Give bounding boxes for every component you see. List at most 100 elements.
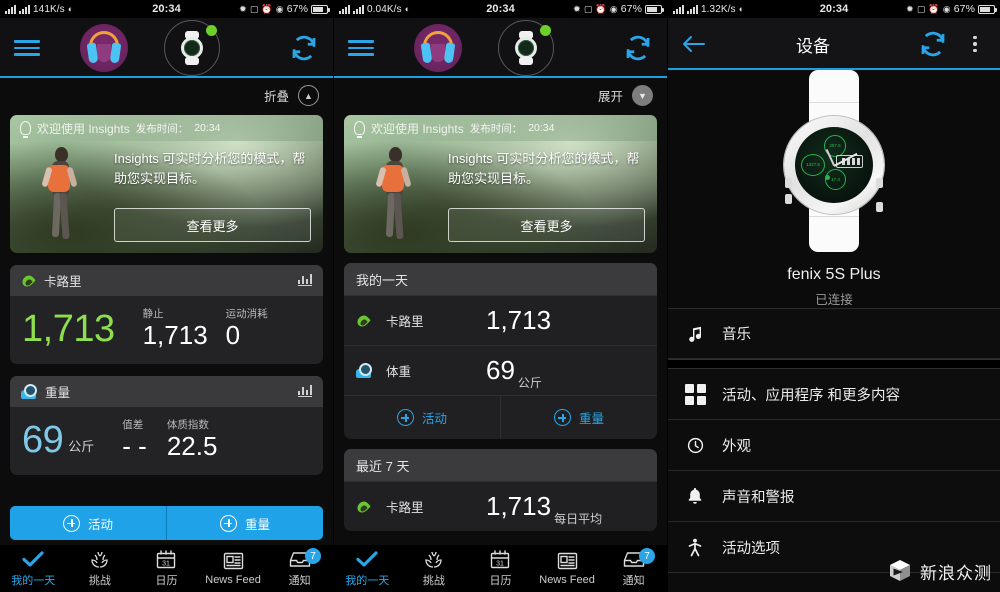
calories-card-header: 卡路里 bbox=[10, 265, 323, 296]
watch-device-icon[interactable] bbox=[498, 20, 554, 76]
nav-label-myday: 我的一天 bbox=[11, 575, 56, 587]
add-weight-button[interactable]: 重量 bbox=[166, 506, 323, 540]
nav-label-newsfeed: News Feed bbox=[539, 574, 595, 586]
nav-item-challenges[interactable]: 挑战 bbox=[67, 549, 134, 588]
weight-sub2-label: 体质指数 bbox=[166, 419, 209, 431]
device-name: fenix 5S Plus bbox=[787, 266, 881, 283]
weight-sub1-value: - - bbox=[122, 431, 147, 461]
nav-item-calendar[interactable]: 31 日历 bbox=[467, 549, 534, 588]
status-bar-right: ✹ ▢ ⏰ ◉ 67% bbox=[848, 3, 998, 15]
insights-publish-time: 20:34 bbox=[528, 122, 555, 134]
insights-body: Insights 可实时分析您的模式，帮助您实现目标。 bbox=[114, 151, 306, 186]
menu-item-appearance[interactable]: 外观 bbox=[668, 420, 1000, 471]
action-bar: 活动 重量 bbox=[10, 506, 323, 540]
insights-view-more-button[interactable]: 查看更多 bbox=[448, 208, 645, 242]
nav-item-newsfeed[interactable]: News Feed bbox=[534, 551, 601, 586]
weight-sub-diff: 值差 - - bbox=[122, 417, 147, 459]
menu-label-appearance: 外观 bbox=[722, 438, 751, 455]
menu-item-sounds[interactable]: 声音和警报 bbox=[668, 471, 1000, 522]
hiker-photo bbox=[368, 145, 430, 253]
nav-item-challenges[interactable]: 挑战 bbox=[401, 549, 468, 588]
nav-item-calendar[interactable]: 31 日历 bbox=[133, 549, 200, 588]
add-activity-button[interactable]: 活动 bbox=[344, 396, 500, 439]
headphones-avatar[interactable] bbox=[80, 24, 128, 72]
alarm-icon: ⏰ bbox=[261, 3, 273, 14]
myday-calories-value: 1,713 bbox=[486, 305, 552, 335]
alarm-icon: ⏰ bbox=[595, 3, 607, 14]
sync-icon[interactable] bbox=[289, 33, 319, 63]
back-arrow-icon[interactable] bbox=[682, 34, 708, 54]
headphones-avatar[interactable] bbox=[414, 24, 462, 72]
chevron-up-icon[interactable]: ▲ bbox=[298, 85, 319, 106]
check-icon bbox=[22, 549, 44, 569]
nav-item-myday[interactable]: 我的一天 bbox=[0, 549, 67, 588]
myday-row-weight[interactable]: 体重 69 公斤 bbox=[344, 345, 657, 395]
menu-label-sounds: 声音和警报 bbox=[722, 489, 795, 506]
calories-sub1-value: 1,713 bbox=[142, 320, 208, 350]
chevron-down-icon[interactable]: ▼ bbox=[632, 85, 653, 106]
calories-card-title: 卡路里 bbox=[44, 275, 82, 289]
bell-icon bbox=[684, 487, 706, 505]
nav-label-challenges: 挑战 bbox=[422, 575, 445, 587]
insights-header: 欢迎使用 Insights 发布时间： 20:34 bbox=[344, 115, 657, 141]
watermark-logo-icon bbox=[887, 558, 913, 584]
bar-chart-icon[interactable] bbox=[297, 385, 312, 397]
insights-body: Insights 可实时分析您的模式，帮助您实现目标。 bbox=[448, 151, 640, 186]
insights-header: 欢迎使用 Insights 发布时间： 20:34 bbox=[10, 115, 323, 141]
nav-label-calendar: 日历 bbox=[155, 575, 178, 587]
add-activity-button[interactable]: 活动 bbox=[10, 506, 166, 540]
weight-card-header: 重量 bbox=[10, 376, 323, 407]
myday-row-calories[interactable]: 卡路里 1,713 bbox=[344, 295, 657, 345]
flame-icon bbox=[21, 273, 35, 288]
bluetooth-icon: ✹ bbox=[906, 3, 914, 14]
expand-row[interactable]: 展开 ▼ bbox=[334, 78, 667, 113]
bar-chart-icon[interactable] bbox=[297, 274, 312, 286]
weight-card[interactable]: 重量 69 公斤 值差 - - 体质指数 22.5 bbox=[10, 376, 323, 475]
nav-label-calendar: 日历 bbox=[489, 575, 512, 587]
panel-myday-collapsed: 0.04K/s ◐ 20:34 ✹ ▢ ⏰ ◉ 67% 展开 ▼ 欢迎使用 In… bbox=[334, 0, 668, 592]
network-speed: 0.04K/s bbox=[367, 3, 402, 15]
status-bar-left: 141K/s ◐ bbox=[5, 4, 152, 15]
insights-card[interactable]: 欢迎使用 Insights 发布时间： 20:34 Insights 可实时分析… bbox=[344, 115, 657, 253]
nav-item-notifications[interactable]: 通知 7 bbox=[266, 548, 333, 588]
watch-device-icon[interactable] bbox=[164, 20, 220, 76]
status-bar-right: ✹ ▢ ⏰ ◉ 67% bbox=[515, 3, 665, 15]
hiker-photo bbox=[34, 145, 96, 253]
add-activity-label: 活动 bbox=[421, 412, 447, 426]
signal-icon bbox=[353, 4, 364, 14]
wifi-icon: ◐ bbox=[738, 3, 745, 14]
menu-item-apps[interactable]: 活动、应用程序 和更多内容 bbox=[668, 369, 1000, 420]
insights-view-more-button[interactable]: 查看更多 bbox=[114, 208, 311, 242]
watch-image: 257.6 1327.5 17.4 bbox=[778, 70, 890, 252]
sync-icon[interactable] bbox=[623, 33, 653, 63]
calories-card[interactable]: 卡路里 1,713 静止 1,713 运动消耗 0 bbox=[10, 265, 323, 364]
insights-card[interactable]: 欢迎使用 Insights 发布时间： 20:34 Insights 可实时分析… bbox=[10, 115, 323, 253]
newsfeed-icon bbox=[557, 551, 578, 571]
signal-icon bbox=[339, 4, 350, 14]
nav-item-notifications[interactable]: 通知 7 bbox=[600, 548, 667, 588]
menu-icon[interactable] bbox=[348, 40, 374, 56]
connected-dot bbox=[540, 25, 551, 36]
location-icon: ◉ bbox=[609, 3, 618, 14]
nav-item-myday[interactable]: 我的一天 bbox=[334, 549, 401, 588]
status-bar-time: 20:34 bbox=[152, 3, 181, 15]
menu-label-activity-options: 活动选项 bbox=[722, 540, 780, 557]
menu-label-apps: 活动、应用程序 和更多内容 bbox=[722, 387, 901, 404]
calories-sub2-value: 0 bbox=[225, 320, 241, 350]
menu-icon[interactable] bbox=[14, 40, 40, 56]
insights-publish-label: 发布时间： bbox=[469, 122, 523, 135]
kebab-menu-icon[interactable] bbox=[964, 35, 986, 53]
insights-title: 欢迎使用 Insights bbox=[371, 121, 464, 136]
add-activity-label: 活动 bbox=[87, 517, 113, 532]
last7days-row-calories[interactable]: 卡路里 1,713 每日平均 bbox=[344, 481, 657, 531]
plus-icon bbox=[219, 514, 237, 532]
menu-item-music[interactable]: 音乐 bbox=[668, 308, 1000, 359]
collapse-row[interactable]: 折叠 ▲ bbox=[0, 78, 333, 113]
nav-item-newsfeed[interactable]: News Feed bbox=[200, 551, 267, 586]
laurel-icon bbox=[89, 549, 111, 569]
app-top-bar bbox=[334, 18, 667, 78]
add-weight-button[interactable]: 重量 bbox=[500, 396, 657, 439]
notification-badge: 7 bbox=[638, 548, 655, 564]
signal-icon bbox=[673, 4, 684, 14]
sync-icon[interactable] bbox=[918, 29, 948, 59]
